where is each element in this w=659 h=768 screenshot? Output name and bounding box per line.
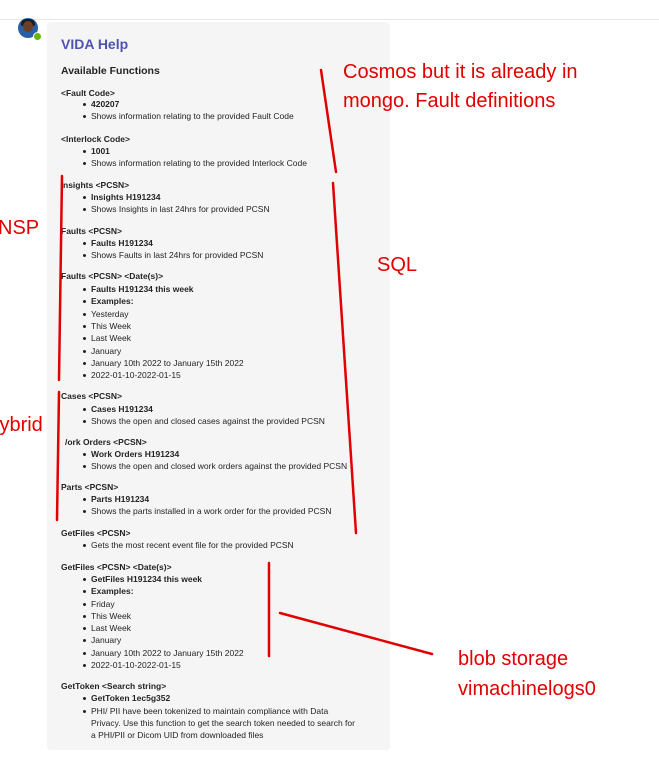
annotation-hybrid: Hybrid — [0, 414, 43, 436]
annotation-line-sql — [331, 181, 358, 535]
annotation-blob-line1: blob storage — [458, 648, 569, 670]
annotation-line-cosmos — [319, 68, 338, 174]
annotation-line-blob-pointer — [278, 611, 434, 656]
annotation-nsp: NSP — [0, 217, 40, 239]
annotation-sql: SQL — [377, 254, 418, 276]
annotation-line-nsp — [57, 174, 64, 382]
annotation-cosmos-line1: Cosmos but it is already in — [343, 61, 578, 83]
annotation-cosmos-line2: mongo. Fault definitions — [343, 90, 556, 112]
annotation-blob-line2: vimachinelogs0 — [458, 678, 596, 700]
annotation-line-hybrid — [55, 390, 61, 522]
